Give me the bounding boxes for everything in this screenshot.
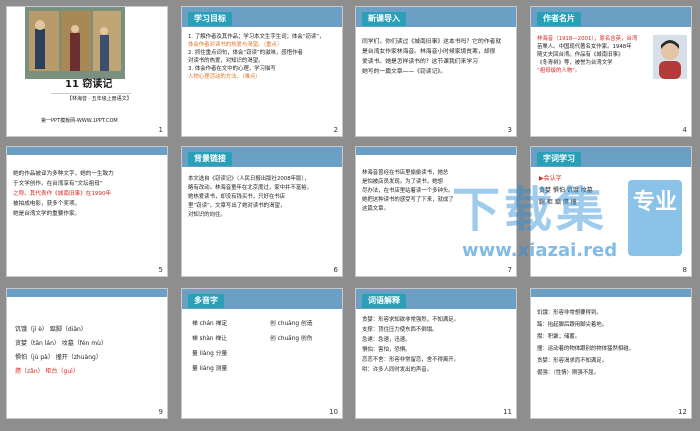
slide-number: 5 [158,266,163,274]
slide-11-thumbnail[interactable]: 词语解释 贪婪：形容求知欲非常强烈，不知满足。 支撑：顶住压力使东西不倒塌。 急遽… [355,288,517,419]
slide-number: 11 [503,408,512,416]
library-photo [25,7,125,79]
slide-4-thumbnail[interactable]: 作者名片 林海音（1918—2001），原名含英，台湾 苗栗人。中国现代著名女作家… [530,6,692,137]
body-text: 林海音曾经在书店里偷偷读书，她总 是怕被店员发现。为了读书，她想 尽办法，在书店里… [362,170,454,212]
body-text: 林海音（1918—2001），原名含英，台湾 苗栗人。中国现代著名女作家。1948… [537,36,638,74]
slide-number: 6 [333,266,338,274]
section-tab: 作者名片 [537,12,581,26]
body-text: 她的作品被译为多种文字，她的一生致力 于文学创作。在台湾享有“文坛祖母” 之称。其… [13,171,114,217]
body-text: 禅 chán 禅定禅 shàn 禅让 量 liàng 分量量 liáng 测量 [192,321,228,372]
body-text: 饥饿：形容非常想要得到。 踮：抬起脚后跟用脚尖着地。 攒：积聚；储蓄。 撞：运动着的… [537,310,635,376]
body-text: 贪婪：形容求知欲非常强烈，不知满足。 支撑：顶住压力使东西不倒塌。 急遽：急速，迅… [362,317,460,373]
slide-6-thumbnail[interactable]: 背景链接 本文选自《窃读记》（人民日报出版社2008年版）， 略有改动。林海音童年… [181,146,343,277]
author-portrait [653,35,687,79]
slide-header-bar [7,289,167,297]
slide-number: 9 [158,408,163,416]
slide-subtitle: 【林海音 · 五年级上册语文】 [67,96,132,102]
slide-number: 4 [682,126,687,134]
slide-3-thumbnail[interactable]: 新课导入 同学们，你们读过《城南旧事》这本书吗？它的作者就 是台湾女作家林海音。林… [355,6,517,137]
section-tab: 词语解释 [362,294,406,308]
watermark-side-text: 专业 [632,190,677,215]
slide-number: 12 [678,408,687,416]
section-tab: 背景链接 [188,152,232,166]
section-tab: 新课导入 [362,12,406,26]
slide-1-thumbnail[interactable]: 11 窃读记 【林海音 · 五年级上册语文】 第一PPT模板网-WWW.1PPT… [6,6,168,137]
body-text: 本文选自《窃读记》（人民日报出版社2008年版）， 略有改动。林海音童年在北京度过… [188,176,312,218]
slide-number: 3 [507,126,512,134]
slide-2-thumbnail[interactable]: 学习目标 1. 了解作者及其作品；学习本文生字生词；体会“窃读”， 体会作者对读书… [181,6,343,137]
slide-footer: 第一PPT模板网-WWW.1PPT.COM [41,118,118,124]
slide-5-thumbnail[interactable]: 她的作品被译为多种文字，她的一生致力 于文学创作。在台湾享有“文坛祖母” 之称。其… [6,146,168,277]
body-text-right: 创 chuàng 创造创 chuāng 创伤 [270,321,313,342]
slide-header-bar [7,147,167,155]
slide-9-thumbnail[interactable]: 饥饿（jī è） 踮脚（diǎn） 贪婪（tān lán） 坟墓（fén mù） … [6,288,168,419]
section-tab: 字词学习 [537,152,581,166]
slide-number: 10 [329,408,338,416]
watermark-main-text: 下载集 [452,182,609,238]
slide-header-bar [531,289,691,297]
body-text: 1. 了解作者及其作品；学习本文生字生词；体会“窃读”， 体会作者对读书的热爱与渴… [188,34,325,80]
slide-number: 1 [158,126,163,134]
slide-10-thumbnail[interactable]: 多音字 禅 chán 禅定禅 shàn 禅让 量 liàng 分量量 liáng… [181,288,343,419]
section-tab: 学习目标 [188,12,232,26]
body-text: 饥饿（jī è） 踮脚（diǎn） 贪婪（tān lán） 坟墓（fén mù） … [15,326,107,375]
slide-title: 11 窃读记 [65,79,113,90]
slide-number: 2 [333,126,338,134]
slide-number: 7 [507,266,512,274]
slide-12-thumbnail[interactable]: 饥饿：形容非常想要得到。 踮：抬起脚后跟用脚尖着地。 攒：积聚；储蓄。 撞：运动着的… [530,288,692,419]
watermark-badge: 专业 [628,180,682,256]
slide-header-bar [356,147,516,155]
body-text: 同学们，你们读过《城南旧事》这本书吗？它的作者就 是台湾女作家林海音。林海音小时候… [362,39,502,75]
watermark-url: www.xiazai.red [462,240,618,261]
title-divider [51,93,131,94]
section-tab: 多音字 [188,294,224,308]
slide-number: 8 [682,266,687,274]
